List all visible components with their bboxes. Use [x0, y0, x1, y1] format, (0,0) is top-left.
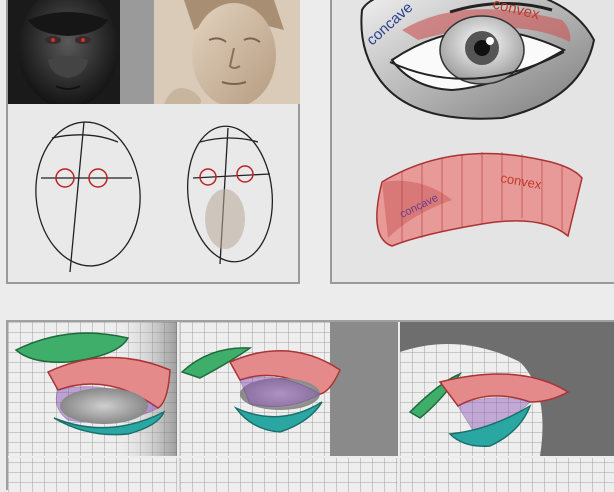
ribbon-diagram: concave convex — [376, 152, 583, 247]
wireframe-renders — [8, 322, 614, 492]
gorilla-photo — [8, 0, 154, 104]
render-side — [400, 322, 614, 492]
statue-photo — [154, 0, 300, 104]
egg-head-diagrams — [35, 121, 274, 273]
render-three-quarter — [180, 322, 398, 492]
wireframe-eye-panel — [6, 320, 614, 492]
eye-surface-panel: concave convex concave convex — [330, 0, 614, 284]
eye-sketch: concave convex concave convex — [360, 0, 596, 247]
render-front — [8, 322, 178, 492]
head-construction-panel — [6, 0, 300, 284]
